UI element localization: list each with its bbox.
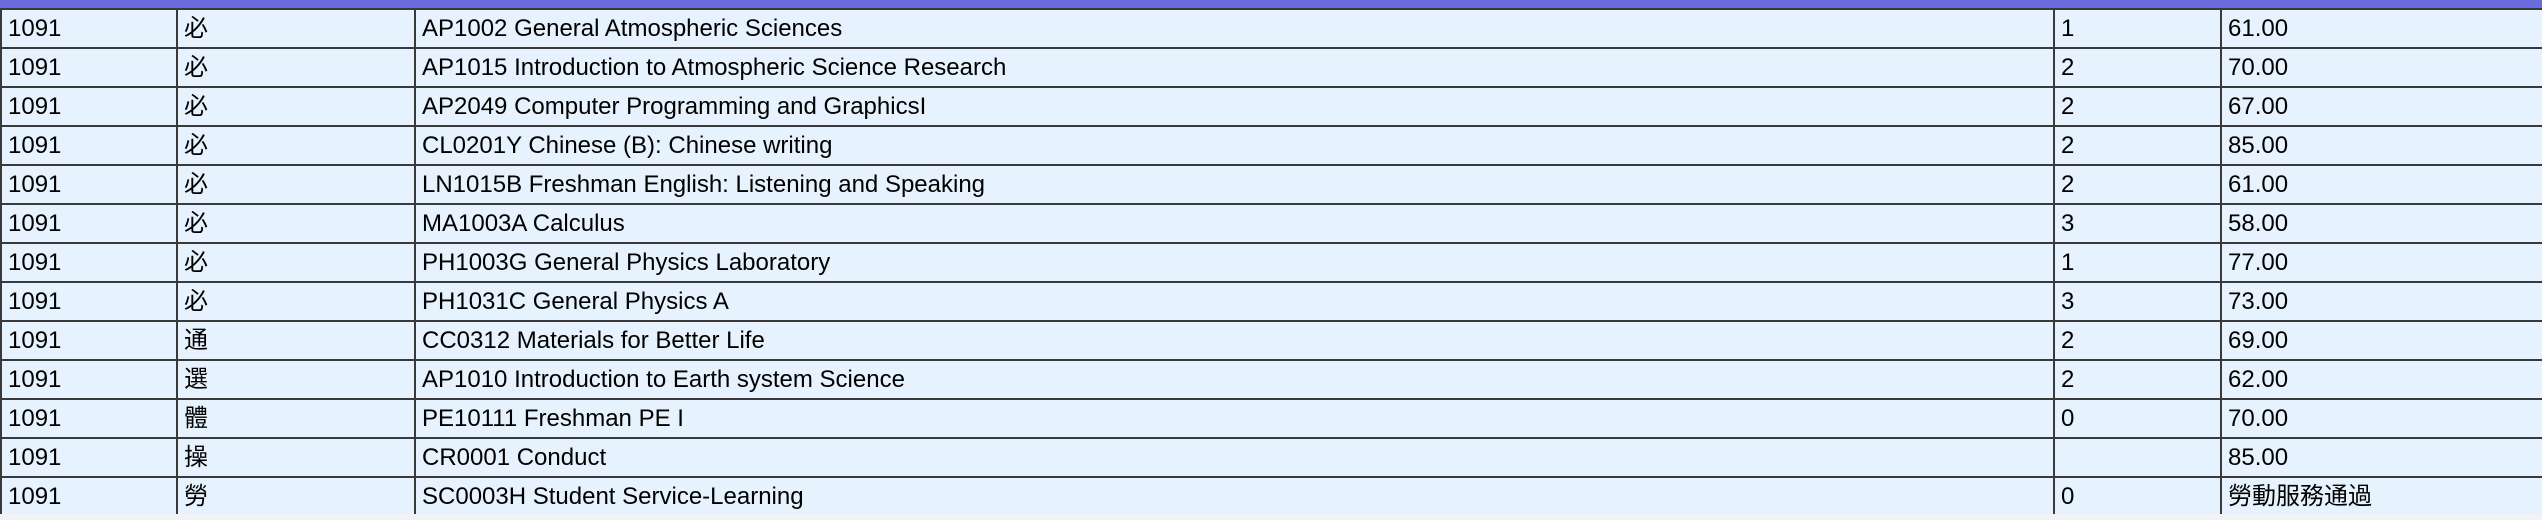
course-name-cell: CL0201Y Chinese (B): Chinese writing — [414, 125, 2055, 166]
table-row: 1091 選 AP1010 Introduction to Earth syst… — [0, 359, 2542, 400]
semester-cell: 1091 — [0, 8, 178, 49]
table-row: 1091 勞 SC0003H Student Service-Learning … — [0, 476, 2542, 517]
course-name-cell: AP1010 Introduction to Earth system Scie… — [414, 359, 2055, 400]
course-type-cell: 必 — [176, 86, 416, 127]
semester-cell: 1091 — [0, 359, 178, 400]
table-row: 1091 通 CC0312 Materials for Better Life … — [0, 320, 2542, 361]
score-cell: 73.00 — [2220, 281, 2542, 322]
score-cell: 85.00 — [2220, 437, 2542, 478]
credits-cell: 3 — [2053, 203, 2222, 244]
table-row: 1091 必 AP1015 Introduction to Atmospheri… — [0, 47, 2542, 88]
course-type-cell: 必 — [176, 281, 416, 322]
credits-cell: 2 — [2053, 86, 2222, 127]
semester-cell: 1091 — [0, 398, 178, 439]
course-type-cell: 勞 — [176, 476, 416, 517]
semester-cell: 1091 — [0, 476, 178, 517]
credits-cell: 2 — [2053, 164, 2222, 205]
credits-cell: 1 — [2053, 242, 2222, 283]
table-header-bar — [0, 0, 2542, 8]
table-row: 1091 操 CR0001 Conduct 85.00 — [0, 437, 2542, 478]
credits-cell: 0 — [2053, 398, 2222, 439]
course-type-cell: 必 — [176, 164, 416, 205]
table-bottom-edge — [0, 514, 2542, 520]
table-row: 1091 必 PH1031C General Physics A 3 73.00 — [0, 281, 2542, 322]
table-row: 1091 必 PH1003G General Physics Laborator… — [0, 242, 2542, 283]
grades-table-body: 1091 必 AP1002 General Atmospheric Scienc… — [0, 8, 2542, 517]
course-type-cell: 體 — [176, 398, 416, 439]
table-row: 1091 必 AP2049 Computer Programming and G… — [0, 86, 2542, 127]
score-cell: 61.00 — [2220, 164, 2542, 205]
grades-table: 1091 必 AP1002 General Atmospheric Scienc… — [0, 8, 2542, 517]
table-row: 1091 體 PE10111 Freshman PE I 0 70.00 — [0, 398, 2542, 439]
credits-cell: 1 — [2053, 8, 2222, 49]
course-type-cell: 必 — [176, 47, 416, 88]
credits-cell: 3 — [2053, 281, 2222, 322]
course-name-cell: SC0003H Student Service-Learning — [414, 476, 2055, 517]
table-row: 1091 必 MA1003A Calculus 3 58.00 — [0, 203, 2542, 244]
course-type-cell: 操 — [176, 437, 416, 478]
credits-cell: 2 — [2053, 359, 2222, 400]
credits-cell: 0 — [2053, 476, 2222, 517]
course-type-cell: 必 — [176, 203, 416, 244]
course-name-cell: CR0001 Conduct — [414, 437, 2055, 478]
score-cell: 77.00 — [2220, 242, 2542, 283]
semester-cell: 1091 — [0, 437, 178, 478]
score-cell: 69.00 — [2220, 320, 2542, 361]
course-type-cell: 通 — [176, 320, 416, 361]
semester-cell: 1091 — [0, 164, 178, 205]
course-type-cell: 必 — [176, 125, 416, 166]
semester-cell: 1091 — [0, 281, 178, 322]
credits-cell: 2 — [2053, 47, 2222, 88]
score-cell: 70.00 — [2220, 398, 2542, 439]
course-name-cell: PH1031C General Physics A — [414, 281, 2055, 322]
semester-cell: 1091 — [0, 125, 178, 166]
semester-cell: 1091 — [0, 320, 178, 361]
table-row: 1091 必 CL0201Y Chinese (B): Chinese writ… — [0, 125, 2542, 166]
credits-cell — [2053, 437, 2222, 478]
credits-cell: 2 — [2053, 125, 2222, 166]
table-row: 1091 必 AP1002 General Atmospheric Scienc… — [0, 8, 2542, 49]
course-type-cell: 選 — [176, 359, 416, 400]
course-name-cell: AP2049 Computer Programming and Graphics… — [414, 86, 2055, 127]
course-name-cell: PE10111 Freshman PE I — [414, 398, 2055, 439]
course-type-cell: 必 — [176, 242, 416, 283]
score-cell: 61.00 — [2220, 8, 2542, 49]
table-row: 1091 必 LN1015B Freshman English: Listeni… — [0, 164, 2542, 205]
score-cell: 勞動服務通過 — [2220, 476, 2542, 517]
course-name-cell: MA1003A Calculus — [414, 203, 2055, 244]
semester-cell: 1091 — [0, 203, 178, 244]
course-name-cell: AP1002 General Atmospheric Sciences — [414, 8, 2055, 49]
score-cell: 85.00 — [2220, 125, 2542, 166]
semester-cell: 1091 — [0, 242, 178, 283]
course-name-cell: CC0312 Materials for Better Life — [414, 320, 2055, 361]
score-cell: 62.00 — [2220, 359, 2542, 400]
credits-cell: 2 — [2053, 320, 2222, 361]
score-cell: 58.00 — [2220, 203, 2542, 244]
semester-cell: 1091 — [0, 47, 178, 88]
course-type-cell: 必 — [176, 8, 416, 49]
score-cell: 67.00 — [2220, 86, 2542, 127]
semester-cell: 1091 — [0, 86, 178, 127]
grade-report-frame: 1091 必 AP1002 General Atmospheric Scienc… — [0, 0, 2542, 520]
course-name-cell: LN1015B Freshman English: Listening and … — [414, 164, 2055, 205]
course-name-cell: PH1003G General Physics Laboratory — [414, 242, 2055, 283]
score-cell: 70.00 — [2220, 47, 2542, 88]
course-name-cell: AP1015 Introduction to Atmospheric Scien… — [414, 47, 2055, 88]
